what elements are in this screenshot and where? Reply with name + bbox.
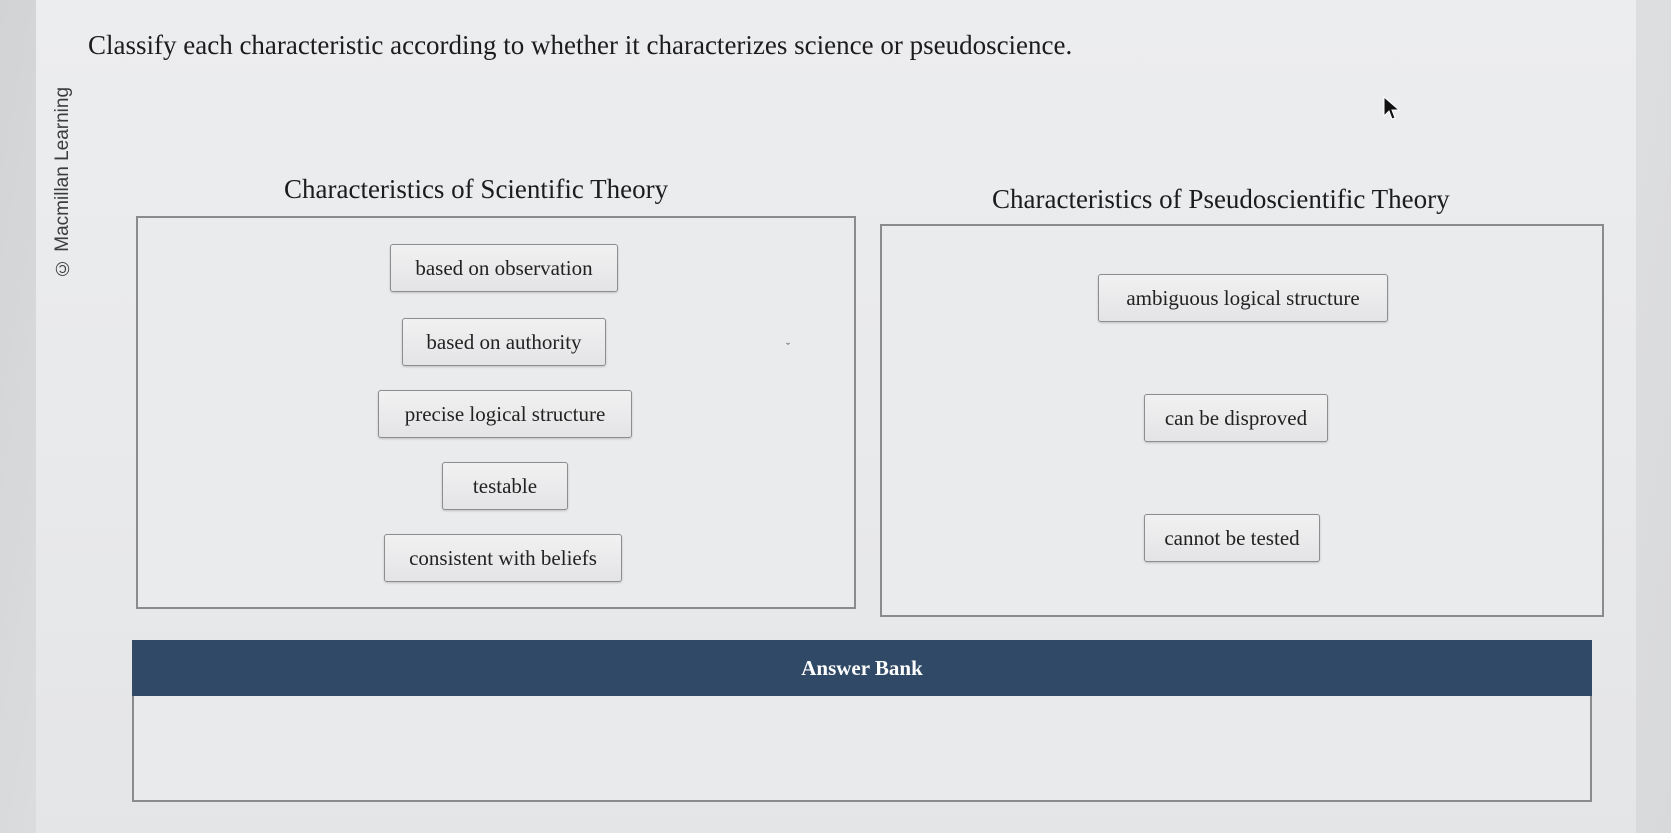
mouse-pointer-icon xyxy=(1383,96,1400,120)
stray-mark: ˇ xyxy=(786,340,790,354)
chip-consistent-with-beliefs[interactable]: consistent with beliefs xyxy=(384,534,622,582)
answer-bank-header: Answer Bank xyxy=(132,640,1592,696)
chip-ambiguous-logical-structure[interactable]: ambiguous logical structure xyxy=(1098,274,1388,322)
question-prompt: Classify each characteristic according t… xyxy=(88,30,1073,60)
chip-cannot-be-tested[interactable]: cannot be tested xyxy=(1144,514,1320,562)
copyright-watermark: © Macmillan Learning xyxy=(52,86,73,278)
heading-pseudoscientific-theory: Characteristics of Pseudoscientific Theo… xyxy=(992,184,1450,214)
chip-based-on-observation[interactable]: based on observation xyxy=(390,244,618,292)
chip-based-on-authority[interactable]: based on authority xyxy=(402,318,606,366)
heading-scientific-theory: Characteristics of Scientific Theory xyxy=(284,174,669,204)
chip-precise-logical-structure[interactable]: precise logical structure xyxy=(378,390,632,438)
drop-zone-scientific[interactable]: based on observation based on authority … xyxy=(136,216,856,609)
chip-testable[interactable]: testable xyxy=(442,462,568,510)
chip-can-be-disproved[interactable]: can be disproved xyxy=(1144,394,1328,442)
answer-bank-label: Answer Bank xyxy=(801,655,923,680)
answer-bank-drop-area[interactable] xyxy=(132,696,1592,802)
drop-zone-pseudoscientific[interactable]: ambiguous logical structure can be dispr… xyxy=(880,224,1604,617)
